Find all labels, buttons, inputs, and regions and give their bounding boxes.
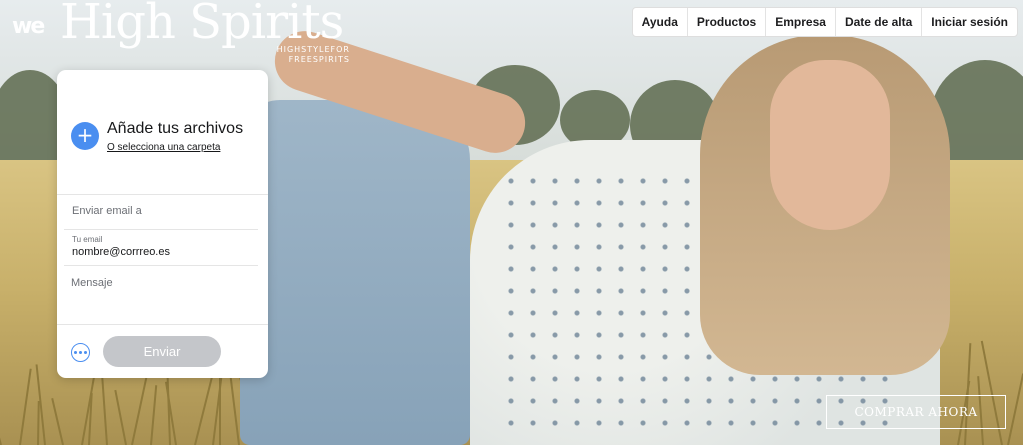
transfer-panel: + Añade tus archivos O selecciona una ca…	[57, 70, 268, 378]
grass-blade	[980, 340, 1003, 445]
message-field[interactable]: Mensaje	[71, 266, 258, 324]
send-to-field[interactable]: Enviar email a	[64, 194, 258, 230]
your-email-field[interactable]: Tu email nombre@corrreo.es	[64, 230, 258, 266]
tagline-line-1: HIGHSTYLEFOR	[276, 45, 350, 54]
upload-area[interactable]: + Añade tus archivos O selecciona una ca…	[71, 120, 261, 160]
grass-blade	[150, 385, 158, 445]
photo-jeans	[240, 100, 470, 445]
nav-login[interactable]: Iniciar sesión	[921, 8, 1017, 36]
panel-divider	[57, 324, 268, 325]
wetransfer-logo[interactable]: we	[12, 14, 45, 39]
buy-now-button[interactable]: COMPRAR AHORA	[826, 395, 1006, 429]
select-folder-link[interactable]: O selecciona una carpeta	[107, 142, 220, 153]
message-placeholder: Mensaje	[71, 277, 113, 289]
photo-face	[770, 60, 890, 230]
grass-blade	[51, 398, 65, 445]
nav-products[interactable]: Productos	[686, 8, 765, 36]
your-email-value: nombre@corrreo.es	[72, 246, 170, 258]
tagline-line-2: FREESPIRITS	[288, 55, 350, 64]
send-to-placeholder: Enviar email a	[72, 205, 142, 217]
grass-blade	[1007, 373, 1023, 445]
grass-blade	[18, 368, 32, 445]
ad-brand-tagline: HIGHSTYLEFOR FREESPIRITS	[258, 45, 350, 65]
nav-help[interactable]: Ayuda	[633, 8, 687, 36]
ad-brand-logo: High Spirits	[60, 0, 344, 50]
more-options-icon[interactable]	[71, 343, 90, 362]
grass-blade	[228, 373, 240, 445]
grass-blade	[212, 377, 223, 445]
top-nav: Ayuda Productos Empresa Date de alta Ini…	[631, 7, 1018, 37]
nav-company[interactable]: Empresa	[765, 8, 835, 36]
grass-blade	[0, 406, 2, 445]
add-files-title[interactable]: Añade tus archivos	[107, 120, 243, 138]
grass-blade	[114, 389, 127, 445]
send-button[interactable]: Enviar	[103, 336, 221, 367]
your-email-label: Tu email	[72, 235, 103, 244]
add-files-plus-icon[interactable]: +	[71, 122, 99, 150]
nav-signup[interactable]: Date de alta	[834, 8, 921, 36]
